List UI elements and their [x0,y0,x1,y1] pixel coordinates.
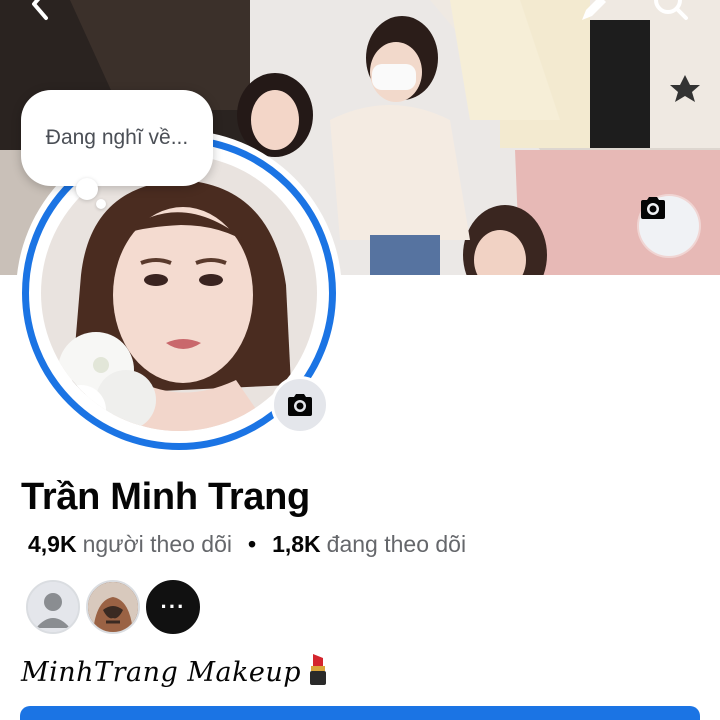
more-friends-button[interactable]: ··· [146,580,200,634]
camera-icon [288,394,312,416]
camera-icon [641,197,665,219]
chevron-left-icon[interactable] [22,0,58,22]
thought-bubble-dot [96,199,106,209]
profile-bio: MinhTrang Makeup [21,652,329,693]
following-label[interactable]: đang theo dõi [327,531,466,558]
default-avatar-icon [28,582,78,632]
friend-avatar[interactable] [86,580,140,634]
thought-bubble-dot [76,178,98,200]
more-icon: ··· [160,594,186,619]
primary-action-button[interactable] [20,706,700,720]
bio-text: MinhTrang Makeup [21,657,302,688]
thought-placeholder: Đang nghĩ về... [45,126,189,149]
lipstick-icon [307,652,329,693]
mutual-friends-row: ··· [26,580,200,634]
following-count[interactable]: 1,8K [272,531,321,558]
pencil-icon[interactable] [578,0,614,30]
followers-label[interactable]: người theo dõi [83,531,232,558]
friend-photo [88,582,138,632]
avatar-camera-button[interactable] [271,376,329,434]
cover-camera-button[interactable] [639,196,699,256]
friend-avatar[interactable] [26,580,80,634]
search-icon[interactable] [650,0,688,22]
profile-name: Trần Minh Trang [21,476,310,518]
stats-separator: • [248,531,257,557]
followers-count[interactable]: 4,9K [28,531,77,558]
follow-stats: 4,9K người theo dõi • 1,8K đang theo dõi [28,531,466,558]
thought-bubble[interactable]: Đang nghĩ về... [21,90,213,186]
